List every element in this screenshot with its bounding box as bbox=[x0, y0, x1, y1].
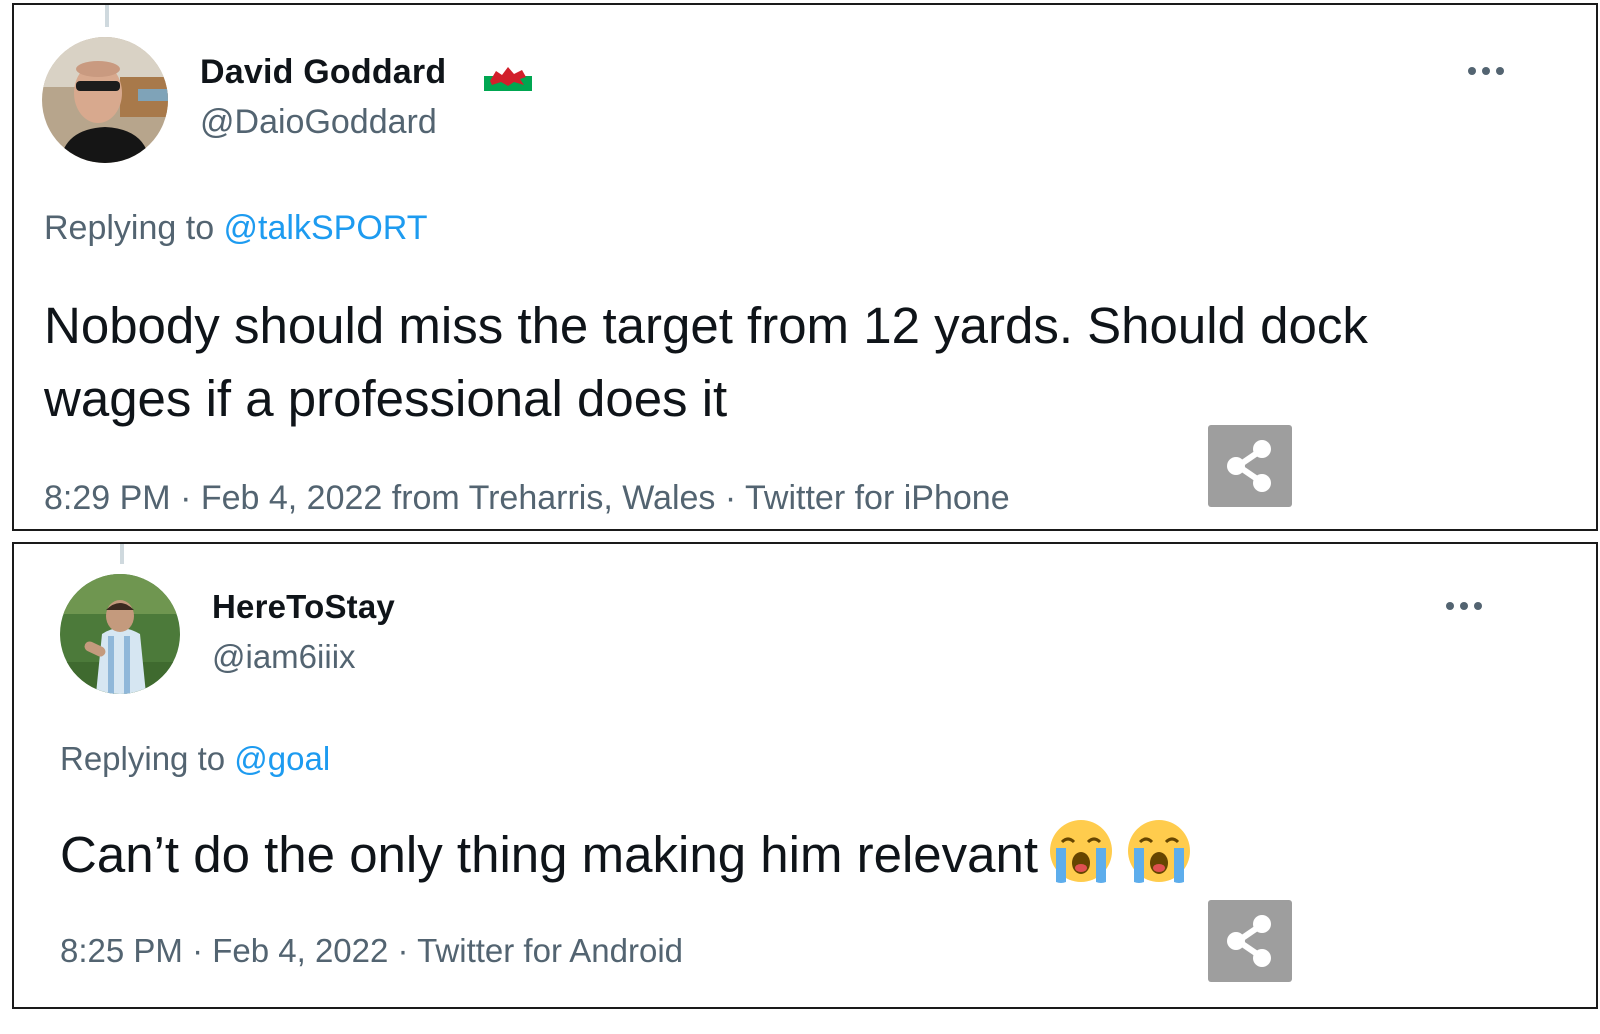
replying-to-label: Replying to bbox=[60, 740, 235, 777]
thread-connector-line bbox=[120, 544, 124, 564]
replying-to-line: Replying to @talkSPORT bbox=[44, 209, 427, 248]
share-icon bbox=[1227, 440, 1271, 492]
tweet-text-container: Can’t do the only thing making him relev… bbox=[60, 816, 1500, 891]
tweet-card: David Goddard @DaioGoddard Replying to @… bbox=[12, 3, 1598, 531]
tweet-card: HereToStay @iam6iiix Replying to @goal C… bbox=[12, 542, 1598, 1009]
share-icon bbox=[1227, 915, 1271, 967]
user-handle[interactable]: @iam6iiix bbox=[212, 638, 356, 676]
wales-flag-icon bbox=[484, 61, 532, 91]
tweet-text: Can’t do the only thing making him relev… bbox=[60, 826, 1039, 883]
avatar[interactable] bbox=[60, 574, 180, 694]
loudly-crying-face-icon bbox=[1124, 816, 1194, 886]
loudly-crying-face-icon bbox=[1046, 816, 1116, 886]
tweet-timestamp-meta[interactable]: 8:29 PM · Feb 4, 2022 from Treharris, Wa… bbox=[44, 479, 1010, 518]
avatar[interactable] bbox=[42, 37, 168, 163]
display-name[interactable]: HereToStay bbox=[212, 588, 395, 626]
reply-mention-link[interactable]: @goal bbox=[234, 740, 330, 777]
display-name[interactable]: David Goddard bbox=[200, 53, 446, 92]
more-options-icon[interactable] bbox=[1442, 598, 1486, 614]
share-button[interactable] bbox=[1208, 425, 1292, 507]
tweet-text: Nobody should miss the target from 12 ya… bbox=[44, 297, 1368, 427]
user-handle[interactable]: @DaioGoddard bbox=[200, 103, 437, 142]
replying-to-line: Replying to @goal bbox=[60, 740, 330, 778]
tweet-timestamp-meta[interactable]: 8:25 PM · Feb 4, 2022 · Twitter for Andr… bbox=[60, 932, 683, 970]
reply-mention-link[interactable]: @talkSPORT bbox=[224, 209, 428, 247]
share-button[interactable] bbox=[1208, 900, 1292, 982]
replying-to-label: Replying to bbox=[44, 209, 224, 247]
more-options-icon[interactable] bbox=[1464, 63, 1508, 79]
thread-connector-line bbox=[105, 5, 109, 27]
